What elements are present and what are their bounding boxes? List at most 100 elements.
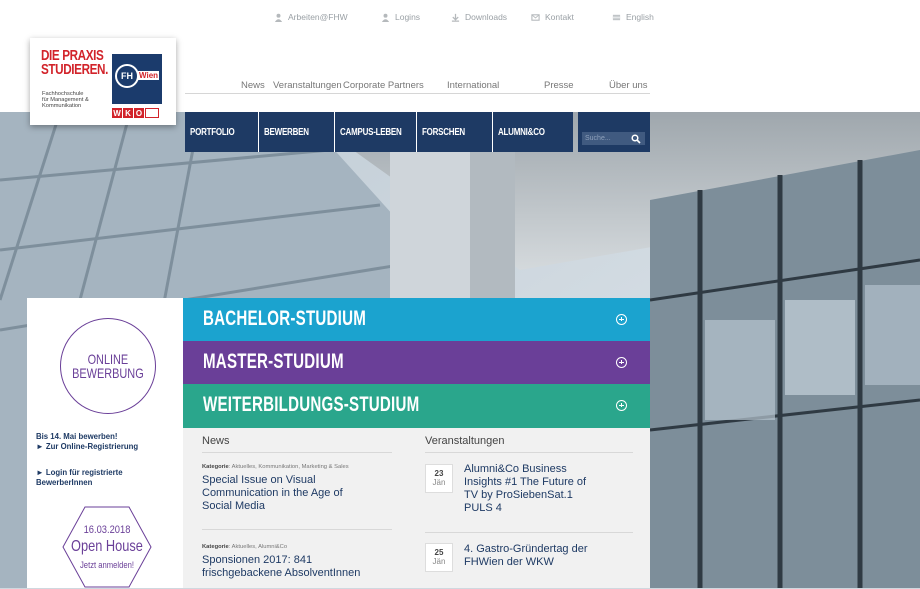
site-logo[interactable]: DIE PRAXIS STUDIEREN. Fachhochschule für… bbox=[30, 38, 176, 125]
online-bewerbung-badge[interactable]: ONLINE BEWERBUNG bbox=[60, 318, 156, 414]
contact-icon bbox=[531, 13, 540, 21]
news-category: Kategorie: Aktuelles, Kommunikation, Mar… bbox=[202, 464, 349, 470]
open-house-date: 16.03.2018 bbox=[83, 524, 131, 536]
title-line: FHWien der WKW bbox=[464, 556, 554, 568]
registration-block: Bis 14. Mai bewerben! ► Zur Online-Regis… bbox=[36, 432, 138, 452]
events-heading: Veranstaltungen bbox=[425, 435, 505, 447]
event-item-title[interactable]: Alumni&Co Business Insights #1 The Futur… bbox=[464, 463, 586, 515]
event-day: 25 bbox=[434, 548, 444, 557]
utility-nav: Arbeiten@FHW Logins Downloads Kontakt En… bbox=[0, 12, 920, 26]
flag-icon bbox=[612, 14, 621, 20]
main-nav: News Veranstaltungen Corporate Partners … bbox=[185, 80, 650, 94]
expand-icon[interactable] bbox=[616, 314, 627, 325]
main-nav-corporate-partners[interactable]: Corporate Partners bbox=[343, 80, 424, 91]
online-registration-link[interactable]: ► Zur Online-Registrierung bbox=[36, 442, 138, 452]
menu-label: FORSCHEN bbox=[422, 126, 465, 138]
news-category: Kategorie: Aktuelles, Alumni&Co bbox=[202, 544, 287, 550]
menu-label: CAMPUS-LEBEN bbox=[340, 126, 402, 138]
download-icon bbox=[451, 13, 460, 22]
master-studium-bar[interactable]: MASTER-STUDIUM bbox=[183, 341, 650, 384]
login-link-line: BewerberInnen bbox=[36, 478, 93, 487]
news-events-section: News Kategorie: Aktuelles, Kommunikation… bbox=[183, 428, 650, 588]
category-values: : Aktuelles, Kommunikation, Marketing & … bbox=[228, 464, 349, 470]
utility-link-label: English bbox=[626, 12, 654, 22]
wko-letter: O bbox=[134, 108, 144, 118]
event-month: Jän bbox=[432, 557, 446, 566]
utility-link-arbeiten[interactable]: Arbeiten@FHW bbox=[274, 12, 348, 22]
left-sidebar: ONLINE BEWERBUNG Bis 14. Mai bewerben! ►… bbox=[27, 298, 183, 588]
category-values: : Aktuelles, Alumni&Co bbox=[228, 544, 288, 550]
logo-slogan-line: STUDIEREN. bbox=[41, 61, 108, 78]
open-house-title: Open House bbox=[71, 538, 143, 555]
news-heading: News bbox=[202, 435, 230, 447]
utility-link-downloads[interactable]: Downloads bbox=[451, 12, 507, 22]
main-nav-veranstaltungen[interactable]: Veranstaltungen bbox=[273, 80, 342, 91]
title-line: Alumni&Co Business bbox=[464, 463, 567, 475]
news-item-title[interactable]: Special Issue on Visual Communication in… bbox=[202, 474, 343, 513]
expand-icon[interactable] bbox=[616, 357, 627, 368]
logo-slogan: DIE PRAXIS STUDIEREN. bbox=[41, 48, 108, 78]
logo-subtitle: Fachhochschule für Management & Kommunik… bbox=[42, 91, 89, 110]
title-line: TV by ProSiebenSat.1 bbox=[464, 489, 573, 501]
title-line: Social Media bbox=[202, 500, 265, 512]
login-link-line: ► Login für registrierte bbox=[36, 468, 123, 477]
title-line: Special Issue on Visual bbox=[202, 474, 316, 486]
title-line: Insights #1 The Future of bbox=[464, 476, 587, 488]
main-nav-ueber-uns[interactable]: Über uns bbox=[609, 80, 648, 91]
menu-label: BEWERBEN bbox=[264, 126, 309, 138]
login-link[interactable]: ► Login für registrierte BewerberInnen bbox=[36, 468, 123, 488]
main-nav-international[interactable]: International bbox=[447, 80, 499, 91]
wko-logo: W K O bbox=[112, 108, 159, 118]
event-date-badge: 25 Jän bbox=[425, 543, 453, 572]
main-nav-presse[interactable]: Presse bbox=[544, 80, 574, 91]
utility-link-english[interactable]: English bbox=[612, 12, 654, 22]
badge-line: ONLINE bbox=[87, 351, 129, 367]
title-line: frischgebackene AbsolventInnen bbox=[202, 567, 361, 579]
menu-campus-leben[interactable]: CAMPUS-LEBEN bbox=[335, 112, 417, 152]
event-item-title[interactable]: 4. Gastro-Gründertag der FHWien der WKW bbox=[464, 543, 588, 569]
main-nav-news[interactable]: News bbox=[241, 80, 265, 91]
fh-circle: FH bbox=[115, 64, 139, 88]
menu-forschen[interactable]: FORSCHEN bbox=[417, 112, 493, 152]
category-label: Kategorie bbox=[202, 464, 229, 470]
news-item-title[interactable]: Sponsionen 2017: 841 frischgebackene Abs… bbox=[202, 554, 360, 580]
wien-label: Wien bbox=[138, 71, 160, 80]
primary-menu: PORTFOLIO BEWERBEN CAMPUS-LEBEN FORSCHEN… bbox=[185, 112, 650, 152]
program-label: BACHELOR-STUDIUM bbox=[203, 307, 367, 330]
utility-link-label: Logins bbox=[395, 12, 421, 22]
program-label: WEITERBILDUNGS-STUDIUM bbox=[203, 393, 420, 416]
program-label: MASTER-STUDIUM bbox=[203, 350, 344, 373]
title-line: Communication in the Age of bbox=[202, 487, 343, 499]
divider bbox=[202, 529, 392, 530]
utility-link-label: Kontakt bbox=[545, 12, 574, 22]
utility-link-logins[interactable]: Logins bbox=[381, 12, 420, 22]
bachelor-studium-bar[interactable]: BACHELOR-STUDIUM bbox=[183, 298, 650, 341]
weiterbildungs-studium-bar[interactable]: WEITERBILDUNGS-STUDIUM bbox=[183, 384, 650, 428]
wko-letter: W bbox=[112, 108, 122, 118]
title-line: PULS 4 bbox=[464, 502, 502, 514]
person-icon bbox=[381, 13, 390, 22]
menu-alumni-co[interactable]: ALUMNI&CO bbox=[493, 112, 573, 152]
title-line: Sponsionen 2017: 841 bbox=[202, 554, 313, 566]
title-line: 4. Gastro-Gründertag der bbox=[464, 543, 588, 555]
badge-line: BEWERBUNG bbox=[72, 365, 144, 381]
open-house-cta[interactable]: Jetzt anmelden! bbox=[68, 560, 146, 570]
search-icon[interactable] bbox=[631, 134, 641, 144]
utility-link-kontakt[interactable]: Kontakt bbox=[531, 12, 574, 22]
menu-label: ALUMNI&CO bbox=[498, 126, 545, 138]
event-date-badge: 23 Jän bbox=[425, 464, 453, 493]
category-label: Kategorie bbox=[202, 544, 229, 550]
utility-link-label: Downloads bbox=[465, 12, 508, 22]
divider bbox=[425, 532, 633, 533]
wko-letter: K bbox=[123, 108, 133, 118]
divider bbox=[202, 452, 392, 453]
event-day: 23 bbox=[434, 469, 444, 478]
person-icon bbox=[274, 13, 283, 22]
menu-bewerben[interactable]: BEWERBEN bbox=[259, 112, 335, 152]
logo-subtitle-line: Kommunikation bbox=[42, 103, 82, 110]
event-month: Jän bbox=[432, 478, 446, 487]
menu-portfolio[interactable]: PORTFOLIO bbox=[185, 112, 259, 152]
menu-label: PORTFOLIO bbox=[190, 126, 235, 138]
expand-icon[interactable] bbox=[616, 400, 627, 411]
utility-link-label: Arbeiten@FHW bbox=[288, 12, 348, 22]
